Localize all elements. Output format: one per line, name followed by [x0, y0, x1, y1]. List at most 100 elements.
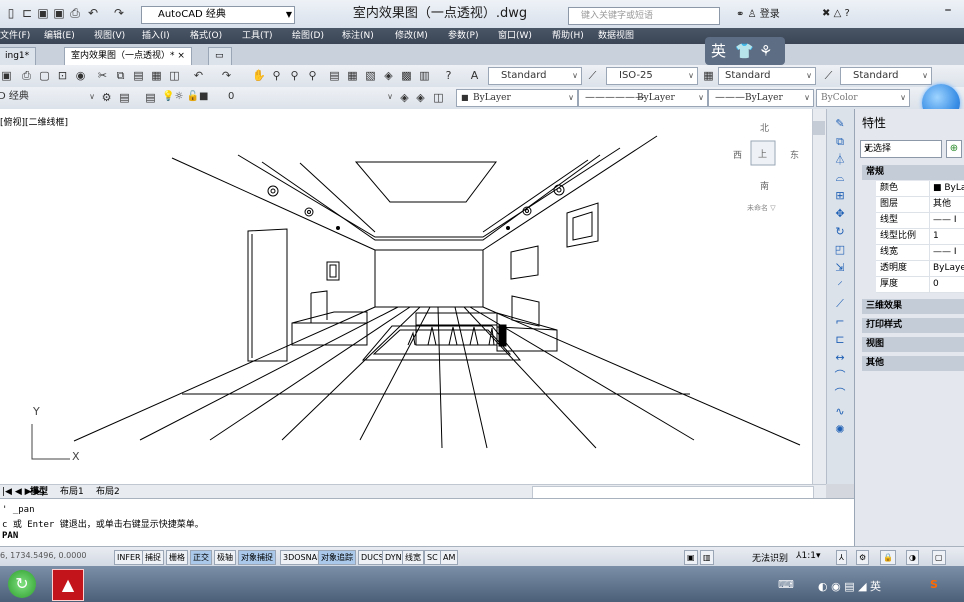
- zoom-previous-icon[interactable]: ⚲: [306, 69, 319, 82]
- join-icon[interactable]: ⊏: [833, 333, 847, 347]
- model-space-icon[interactable]: ▣: [684, 550, 698, 565]
- linetype-combo[interactable]: —————— ByLayer ∨: [578, 89, 708, 107]
- ime-toolbar[interactable]: 英 👕 ⚘: [705, 37, 785, 65]
- menu-help[interactable]: 帮助(H): [552, 28, 584, 44]
- table-style-combo[interactable]: Standard ∨: [718, 67, 816, 85]
- viewcube[interactable]: 北 南 西 东 上 未命名 ▽: [733, 123, 799, 212]
- binoculars-icon[interactable]: ⚭: [736, 9, 744, 20]
- ime-lang[interactable]: 英: [711, 37, 726, 65]
- command-input[interactable]: PAN: [2, 531, 18, 541]
- matchprop-icon[interactable]: ▦: [150, 69, 163, 82]
- annotation-scale[interactable]: ⅄1:1▾: [796, 551, 821, 561]
- trim-icon[interactable]: ⸍: [833, 279, 847, 293]
- start-icon[interactable]: ↻: [8, 570, 36, 598]
- help-button[interactable]: ✖ △ ?: [822, 6, 850, 22]
- exchange-icon[interactable]: ✖: [822, 8, 830, 19]
- calculator-icon[interactable]: ▥: [418, 69, 431, 82]
- tab-layout2[interactable]: 布局2: [96, 485, 120, 499]
- menu-parameter[interactable]: 参数(P): [448, 28, 478, 44]
- blend-icon[interactable]: ∿: [833, 405, 847, 419]
- menu-insert[interactable]: 插入(I): [142, 28, 170, 44]
- autodesk-icon[interactable]: △: [834, 8, 842, 19]
- workspace-settings-icon[interactable]: ▤: [118, 91, 131, 104]
- print-icon[interactable]: ⎙: [68, 7, 82, 20]
- menu-modify[interactable]: 修改(M): [395, 28, 428, 44]
- make-current-icon[interactable]: ◈: [398, 91, 411, 104]
- paste-icon[interactable]: ▤: [132, 69, 145, 82]
- status-snap[interactable]: 捕捉: [142, 550, 164, 565]
- viewport-label[interactable]: [俯视][二维线框]: [0, 115, 68, 128]
- saveas-icon[interactable]: ▣: [52, 7, 66, 20]
- layer-state-icon[interactable]: ◫: [432, 91, 445, 104]
- status-infer[interactable]: INFER: [114, 550, 144, 565]
- autocad-taskbar-icon[interactable]: ▲: [52, 569, 84, 601]
- erase-icon[interactable]: ✎: [833, 117, 847, 131]
- workspace-combo-2[interactable]: D 经典 ∨: [0, 89, 98, 105]
- properties-icon[interactable]: ▤: [328, 69, 341, 82]
- chamfer-icon[interactable]: ⌒: [833, 369, 847, 383]
- menu-window[interactable]: 窗口(W): [498, 28, 532, 44]
- lock-icon[interactable]: 🔒: [880, 550, 896, 565]
- menu-dataview[interactable]: 数据视图: [598, 28, 634, 44]
- tab-layout1[interactable]: 布局1: [60, 485, 84, 499]
- lineweight-combo[interactable]: ——— ByLayer ∨: [708, 89, 814, 107]
- scrollbar-thumb[interactable]: [813, 121, 825, 135]
- tablestyle-icon[interactable]: ▦: [702, 69, 715, 82]
- status-lineweight[interactable]: 线宽: [402, 550, 424, 565]
- layout-view-icon[interactable]: ▥: [700, 550, 714, 565]
- mleaderstyle-icon[interactable]: ⟋: [822, 69, 835, 82]
- tab-model[interactable]: 模型: [30, 485, 48, 499]
- workspace-combo[interactable]: AutoCAD 经典 ▼: [141, 6, 295, 24]
- layer-manager-icon[interactable]: ▤: [144, 91, 157, 104]
- explode-icon[interactable]: ✺: [833, 423, 847, 437]
- sougou-icon[interactable]: S: [930, 578, 938, 591]
- move-icon[interactable]: ✥: [833, 207, 847, 221]
- text-style-combo[interactable]: Standard ∨: [488, 67, 582, 85]
- status-sc[interactable]: SC: [424, 550, 441, 565]
- section-3d[interactable]: 三维效果: [862, 299, 964, 314]
- tab-active-drawing[interactable]: 室内效果图（一点透视）* ×: [64, 47, 192, 65]
- prop-row-transparency[interactable]: 透明度ByLayer: [876, 261, 964, 277]
- search-input[interactable]: 键入关键字或短语: [568, 7, 720, 25]
- help-icon[interactable]: ?: [442, 69, 455, 82]
- zoom-realtime-icon[interactable]: ⚲: [270, 69, 283, 82]
- section-view[interactable]: 视图: [862, 337, 964, 352]
- menu-file[interactable]: 文件(F): [0, 28, 30, 44]
- gear-icon[interactable]: ⚙: [100, 91, 113, 104]
- vertical-scrollbar[interactable]: [812, 109, 827, 484]
- stretch-icon[interactable]: ⇲: [833, 261, 847, 275]
- mleader-style-combo[interactable]: Standard ∨: [840, 67, 932, 85]
- keyboard-icon[interactable]: ⌨: [778, 578, 794, 591]
- selection-combo[interactable]: 无选择 ∨: [860, 140, 942, 158]
- prop-row-color[interactable]: 颜色 ■ ByLa: [876, 181, 964, 197]
- prop-row-layer[interactable]: 图层 其他: [876, 197, 964, 213]
- coordinates-readout[interactable]: 6, 1734.5496, 0.0000: [0, 551, 87, 560]
- undo-icon[interactable]: ↶: [192, 69, 205, 82]
- cut-icon[interactable]: ✂: [96, 69, 109, 82]
- plot-icon[interactable]: ⎙: [20, 69, 33, 82]
- color-combo[interactable]: ■ ByLayer ∨: [456, 89, 578, 107]
- minimize-button[interactable]: –: [932, 2, 964, 22]
- copy-icon[interactable]: ⧉: [114, 69, 127, 82]
- drawing-canvas[interactable]: Y X 北 南 西 东 上 未命名 ▽: [0, 109, 826, 484]
- annotation-status[interactable]: 无法识别: [752, 551, 788, 564]
- block-icon[interactable]: ◫: [168, 69, 181, 82]
- offset-icon[interactable]: ⌓: [833, 171, 847, 185]
- status-ortho[interactable]: 正交: [190, 550, 212, 565]
- dimstyle-icon[interactable]: ⟋: [586, 69, 599, 82]
- sheetset-icon[interactable]: ◈: [382, 69, 395, 82]
- layer-previous-icon[interactable]: ◈: [414, 91, 427, 104]
- redo-icon[interactable]: ↷: [112, 7, 126, 20]
- status-am[interactable]: AM: [440, 550, 459, 565]
- tray-icons[interactable]: ◐ ◉ ▤ ◢ 英: [818, 578, 881, 594]
- prop-row-linetype[interactable]: 线型 —— I: [876, 213, 964, 229]
- array-icon[interactable]: ⊞: [833, 189, 847, 203]
- plotstyle-combo[interactable]: ByColor ∨: [816, 89, 910, 107]
- annotation-visibility-icon[interactable]: ⅄: [836, 550, 847, 565]
- quick-select-icon[interactable]: ⊕: [946, 140, 962, 158]
- dim-style-combo[interactable]: ISO-25 ∨: [606, 67, 698, 85]
- hardware-accel-icon[interactable]: ◑: [906, 550, 919, 565]
- redo-icon[interactable]: ↷: [220, 69, 233, 82]
- status-osnap[interactable]: 对象捕捉: [238, 550, 276, 565]
- designcenter-icon[interactable]: ▦: [346, 69, 359, 82]
